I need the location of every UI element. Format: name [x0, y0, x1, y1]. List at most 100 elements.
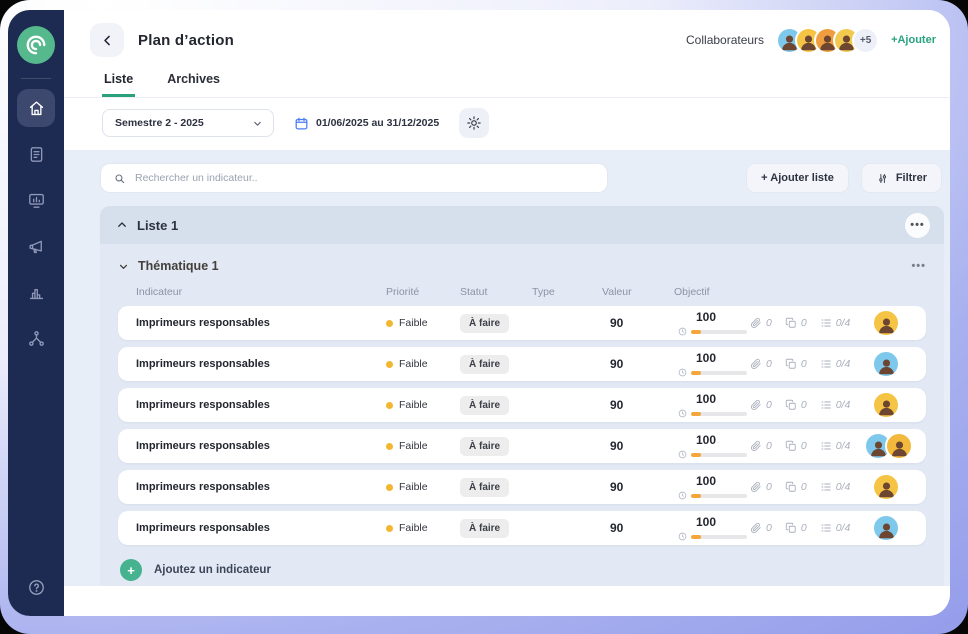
filter-button[interactable]: Filtrer [861, 163, 942, 193]
objective-progress [678, 327, 747, 336]
indicator-row[interactable]: Imprimeurs responsables Faible À faire 9… [118, 429, 926, 463]
period-select-value: Semestre 2 - 2025 [115, 117, 204, 129]
duplicates-count[interactable]: 0 [785, 481, 807, 493]
calendar-icon [294, 116, 309, 131]
clock-icon [678, 368, 687, 377]
checklist-count[interactable]: 0/4 [820, 358, 851, 370]
add-list-button[interactable]: + Ajouter liste [746, 163, 849, 193]
sidebar-item-presentation[interactable] [17, 181, 55, 219]
assignee-avatar[interactable] [872, 391, 900, 419]
duplicates-count[interactable]: 0 [785, 522, 807, 534]
copy-icon [785, 317, 797, 329]
sidebar-item-network[interactable] [17, 319, 55, 357]
tab-archives[interactable]: Archives [165, 66, 222, 97]
indicator-row[interactable]: Imprimeurs responsables Faible À faire 9… [118, 347, 926, 381]
network-icon [27, 329, 46, 348]
chevron-up-icon[interactable] [116, 219, 128, 231]
chevron-down-icon [252, 118, 263, 129]
clock-icon [678, 491, 687, 500]
objective-cell: 100 [674, 515, 750, 541]
column-valeur: Valeur [602, 286, 674, 298]
settings-button[interactable] [459, 108, 489, 138]
app-window: Plan d’action Collaborateurs +5 +Ajouter… [8, 10, 950, 616]
checklist-count[interactable]: 0/4 [820, 440, 851, 452]
tab-liste[interactable]: Liste [102, 66, 135, 97]
checklist-icon [820, 399, 832, 411]
theme-more-button[interactable]: ••• [911, 260, 926, 272]
row-avatars [864, 391, 908, 419]
indicator-row[interactable]: Imprimeurs responsables Faible À faire 9… [118, 470, 926, 504]
column-statut: Statut [460, 286, 532, 298]
collaborator-overflow-badge[interactable]: +5 [852, 27, 879, 54]
sidebar-item-statistics[interactable] [17, 273, 55, 311]
objective-cell: 100 [674, 392, 750, 418]
status-badge[interactable]: À faire [460, 519, 509, 538]
checklist-count[interactable]: 0/4 [820, 481, 851, 493]
duplicates-count[interactable]: 0 [785, 399, 807, 411]
document-icon [27, 145, 46, 164]
indicator-row[interactable]: Imprimeurs responsables Faible À faire 9… [118, 511, 926, 545]
attachments-count[interactable]: 0 [750, 358, 772, 370]
sidebar-nav [17, 89, 55, 357]
search-box [100, 163, 608, 193]
assignee-avatar[interactable] [872, 350, 900, 378]
priority-dot-icon [386, 361, 393, 368]
row-meta: 0 0 0/4 [750, 317, 864, 329]
objective-value: 100 [696, 474, 716, 488]
sidebar-item-documents[interactable] [17, 135, 55, 173]
chevron-down-icon[interactable] [118, 261, 129, 272]
add-indicator-button[interactable]: + Ajoutez un indicateur [118, 559, 926, 581]
filter-button-label: Filtrer [896, 172, 927, 184]
indicator-name: Imprimeurs responsables [136, 358, 386, 370]
help-button[interactable] [27, 578, 46, 602]
objective-progress [678, 491, 747, 500]
objective-progress [678, 532, 747, 541]
search-input[interactable] [135, 172, 595, 184]
attachments-count[interactable]: 0 [750, 522, 772, 534]
clock-icon [678, 532, 687, 541]
chevron-left-icon [100, 33, 115, 48]
checklist-count[interactable]: 0/4 [820, 317, 851, 329]
indicator-row[interactable]: Imprimeurs responsables Faible À faire 9… [118, 306, 926, 340]
status-badge[interactable]: À faire [460, 478, 509, 497]
date-range[interactable]: 01/06/2025 au 31/12/2025 [294, 116, 439, 131]
checklist-icon [820, 358, 832, 370]
attachments-count[interactable]: 0 [750, 481, 772, 493]
duplicates-count[interactable]: 0 [785, 440, 807, 452]
column-type: Type [532, 286, 602, 298]
brand-logo-icon[interactable] [17, 26, 55, 64]
attachments-count[interactable]: 0 [750, 440, 772, 452]
assignee-avatar[interactable] [885, 432, 913, 460]
attachments-count[interactable]: 0 [750, 399, 772, 411]
column-objectif: Objectif [674, 286, 750, 298]
duplicates-count[interactable]: 0 [785, 317, 807, 329]
checklist-count[interactable]: 0/4 [820, 399, 851, 411]
list-section: Liste 1 ••• Thématique 1 ••• Indicateur … [100, 206, 944, 586]
add-collaborator-link[interactable]: +Ajouter [891, 34, 936, 46]
filter-bar: Semestre 2 - 2025 01/06/2025 au 31/12/20… [64, 98, 950, 150]
priority-dot-icon [386, 443, 393, 450]
assignee-avatar[interactable] [872, 514, 900, 542]
value-cell: 90 [602, 357, 674, 371]
status-badge[interactable]: À faire [460, 396, 509, 415]
assignee-avatar[interactable] [872, 473, 900, 501]
indicator-row[interactable]: Imprimeurs responsables Faible À faire 9… [118, 388, 926, 422]
period-select[interactable]: Semestre 2 - 2025 [102, 109, 274, 137]
collaborators-label: Collaborateurs [686, 33, 764, 47]
date-range-value: 01/06/2025 au 31/12/2025 [316, 117, 439, 129]
objective-value: 100 [696, 351, 716, 365]
status-badge[interactable]: À faire [460, 355, 509, 374]
status-badge[interactable]: À faire [460, 437, 509, 456]
objective-value: 100 [696, 433, 716, 447]
status-badge[interactable]: À faire [460, 314, 509, 333]
assignee-avatar[interactable] [872, 309, 900, 337]
list-more-button[interactable]: ••• [905, 213, 930, 238]
duplicates-count[interactable]: 0 [785, 358, 807, 370]
attachments-count[interactable]: 0 [750, 317, 772, 329]
sidebar-item-announcements[interactable] [17, 227, 55, 265]
checklist-count[interactable]: 0/4 [820, 522, 851, 534]
back-button[interactable] [90, 23, 124, 57]
table-column-headers: Indicateur Priorité Statut Type Valeur O… [118, 280, 926, 306]
clock-icon [678, 450, 687, 459]
sidebar-item-home[interactable] [17, 89, 55, 127]
